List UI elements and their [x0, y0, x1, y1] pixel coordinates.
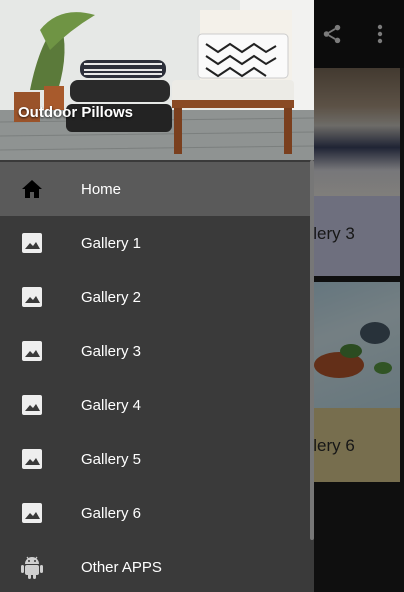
menu-item-label: Gallery 2	[81, 288, 142, 306]
menu-item-other-apps[interactable]: Other APPS	[0, 540, 310, 592]
image-icon	[20, 339, 44, 363]
navigation-drawer: Outdoor Pillows Home Gallery 1 Gallery 2…	[0, 0, 314, 592]
drawer-menu: Home Gallery 1 Gallery 2 Gallery 3 Galle…	[0, 162, 310, 592]
menu-item-label: Gallery 5	[81, 450, 142, 468]
menu-item-gallery-2[interactable]: Gallery 2	[0, 270, 310, 324]
drawer-header-image: Outdoor Pillows	[0, 0, 314, 160]
image-icon	[20, 501, 44, 525]
image-icon	[20, 447, 44, 471]
image-icon	[20, 285, 44, 309]
menu-item-label: Gallery 4	[81, 396, 142, 414]
android-icon	[20, 555, 44, 579]
patio-photo	[0, 0, 314, 160]
menu-item-home[interactable]: Home	[0, 162, 310, 216]
menu-item-gallery-6[interactable]: Gallery 6	[0, 486, 310, 540]
menu-item-label: Gallery 6	[81, 504, 142, 522]
menu-item-gallery-1[interactable]: Gallery 1	[0, 216, 310, 270]
menu-item-label: Gallery 3	[81, 342, 142, 360]
menu-item-label: Other APPS	[81, 558, 162, 576]
drawer-scrollbar[interactable]	[310, 160, 314, 540]
menu-item-gallery-4[interactable]: Gallery 4	[0, 378, 310, 432]
image-icon	[20, 393, 44, 417]
menu-item-label: Home	[81, 180, 122, 198]
home-icon	[20, 177, 44, 201]
menu-item-gallery-5[interactable]: Gallery 5	[0, 432, 310, 486]
menu-item-label: Gallery 1	[81, 234, 142, 252]
menu-item-gallery-3[interactable]: Gallery 3	[0, 324, 310, 378]
image-icon	[20, 231, 44, 255]
drawer-title: Outdoor Pillows	[18, 104, 133, 121]
